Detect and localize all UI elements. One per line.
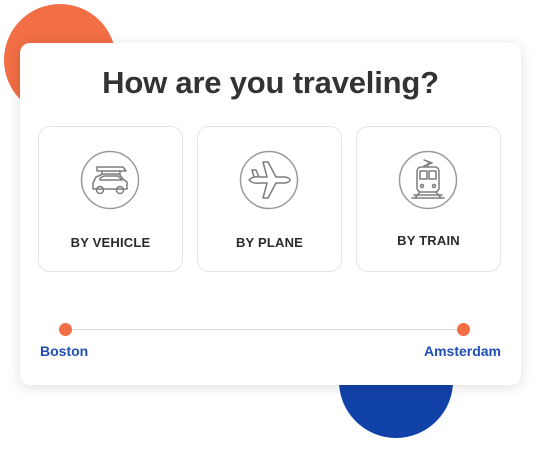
plane-icon	[239, 150, 299, 210]
destination-marker[interactable]	[457, 323, 470, 336]
option-label: BY TRAIN	[397, 233, 460, 248]
origin-city: Boston	[40, 343, 89, 359]
route-line	[65, 329, 463, 330]
page-title: How are you traveling?	[102, 65, 439, 100]
option-by-vehicle[interactable]: BY VEHICLE	[38, 126, 183, 272]
destination-city: Amsterdam	[423, 343, 501, 359]
car-icon	[80, 150, 140, 210]
option-by-plane[interactable]: BY PLANE	[197, 126, 342, 272]
train-icon	[398, 150, 458, 210]
option-label: BY VEHICLE	[70, 235, 151, 250]
option-label: BY PLANE	[235, 235, 304, 250]
origin-marker[interactable]	[59, 323, 72, 336]
option-by-train[interactable]: BY TRAIN	[356, 126, 501, 272]
travel-mode-card: How are you traveling? BY VEHICLE BY PLA…	[20, 43, 521, 385]
